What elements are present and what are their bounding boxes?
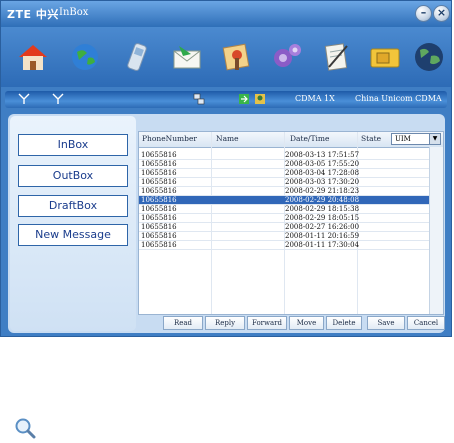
signal-strength-icon — [52, 93, 64, 104]
envelope-icon[interactable] — [169, 40, 205, 74]
phone-number-cell: 10655816 — [141, 160, 177, 168]
close-button[interactable]: × — [433, 5, 450, 22]
date-time-cell: 2008-02-29 18:05:15 — [285, 214, 360, 222]
table-row[interactable]: 10655816 2008-03-13 17:51:57 — [139, 151, 429, 160]
phone-number-cell: 10655816 — [141, 169, 177, 177]
column-name[interactable]: Name — [216, 134, 239, 143]
phone-number-cell: 10655816 — [141, 241, 177, 249]
date-time-cell: 2008-02-29 20:48:08 — [285, 196, 360, 204]
message-table: PhoneNumber Name Date/Time State UIM ▼ 1… — [138, 131, 444, 315]
phone-number-cell: 10655816 — [141, 223, 177, 231]
chevron-down-icon[interactable]: ▼ — [429, 134, 440, 144]
zte-logo: ZTE 中兴 — [7, 8, 59, 21]
storage-select-value: UIM — [395, 135, 411, 143]
date-time-cell: 2008-03-03 17:30:20 — [285, 178, 360, 186]
date-time-cell: 2008-02-27 16:26:00 — [285, 223, 360, 231]
phone-number-cell: 10655816 — [141, 196, 177, 204]
vertical-scrollbar[interactable] — [429, 147, 443, 314]
phone-number-cell: 10655816 — [141, 178, 177, 186]
move-button[interactable]: Move — [289, 316, 324, 330]
table-row[interactable]: 10655816 2008-03-04 17:28:08 — [139, 169, 429, 178]
toolbar — [1, 27, 451, 87]
sidebar: InBox OutBox DraftBox New Message — [10, 116, 136, 331]
phone-number-cell: 10655816 — [141, 214, 177, 222]
table-row[interactable]: 10655816 2008-02-27 16:26:00 — [139, 223, 429, 232]
column-phone-number[interactable]: PhoneNumber — [142, 134, 197, 143]
minimize-button[interactable]: – — [415, 5, 432, 22]
world-icon[interactable] — [411, 40, 447, 74]
save-button[interactable]: Save — [367, 316, 405, 330]
window-title: InBox — [59, 7, 89, 18]
cancel-button[interactable]: Cancel — [407, 316, 445, 330]
phone-number-cell: 10655816 — [141, 151, 177, 159]
sidebar-item-inbox[interactable]: InBox — [18, 134, 128, 156]
storage-select[interactable]: UIM ▼ — [391, 133, 441, 145]
globe-icon[interactable] — [67, 40, 103, 74]
phone-icon[interactable] — [119, 40, 155, 74]
read-button[interactable]: Read — [163, 316, 203, 330]
date-time-cell: 2008-02-29 18:15:38 — [285, 205, 360, 213]
status-bar: CDMA 1X China Unicom CDMA — [5, 91, 447, 108]
user-status-icon — [255, 94, 265, 104]
column-date-time[interactable]: Date/Time — [290, 134, 329, 143]
phone-number-cell: 10655816 — [141, 232, 177, 240]
title-bar[interactable]: ZTE 中兴 InBox – × — [1, 1, 451, 27]
date-time-cell: 2008-01-11 17:30:04 — [285, 241, 360, 249]
delete-button[interactable]: Delete — [326, 316, 362, 330]
signal-antenna-icon — [18, 93, 30, 104]
phone-number-cell: 10655816 — [141, 187, 177, 195]
date-time-cell: 2008-03-04 17:28:08 — [285, 169, 360, 177]
table-row[interactable]: 10655816 2008-03-03 17:30:20 — [139, 178, 429, 187]
table-row[interactable]: 10655816 2008-02-29 21:18:23 — [139, 187, 429, 196]
operator-name: China Unicom CDMA — [355, 94, 442, 103]
table-row[interactable]: 10655816 2008-02-29 18:05:15 — [139, 214, 429, 223]
forward-button[interactable]: Forward — [247, 316, 287, 330]
gears-icon[interactable] — [269, 40, 305, 74]
home-icon[interactable] — [15, 40, 51, 74]
date-time-cell: 2008-03-05 17:55:20 — [285, 160, 360, 168]
connect-arrow-icon — [239, 94, 249, 104]
contacts-icon[interactable] — [219, 40, 255, 74]
table-row[interactable]: 10655816 2008-03-05 17:55:20 — [139, 160, 429, 169]
reply-button[interactable]: Reply — [205, 316, 245, 330]
column-state[interactable]: State — [361, 134, 381, 143]
sim-card-icon[interactable] — [367, 40, 403, 74]
content-panel: InBox OutBox DraftBox New Message PhoneN… — [8, 114, 445, 333]
network-type: CDMA 1X — [295, 94, 335, 103]
app-window: ZTE 中兴 InBox – × CDMA 1X China Unicom CD… — [0, 0, 452, 337]
table-header: PhoneNumber Name Date/Time State UIM ▼ — [139, 132, 443, 148]
table-row[interactable]: 10655816 2008-02-29 20:48:08 — [139, 196, 429, 205]
table-row[interactable]: 10655816 2008-01-11 20:16:59 — [139, 232, 429, 241]
sidebar-item-new-message[interactable]: New Message — [18, 224, 128, 246]
action-bar: Read Reply Forward Move Delete Save Canc… — [163, 316, 445, 330]
sidebar-item-draftbox[interactable]: DraftBox — [18, 195, 128, 217]
table-body: 10655816 2008-03-13 17:51:57 10655816 2008-… — [139, 151, 429, 314]
network-computers-icon — [193, 93, 205, 105]
zoom-icon[interactable] — [14, 417, 36, 439]
sidebar-item-outbox[interactable]: OutBox — [18, 165, 128, 187]
date-time-cell: 2008-02-29 21:18:23 — [285, 187, 360, 195]
phone-number-cell: 10655816 — [141, 205, 177, 213]
date-time-cell: 2008-01-11 20:16:59 — [285, 232, 360, 240]
notepad-icon[interactable] — [319, 40, 355, 74]
date-time-cell: 2008-03-13 17:51:57 — [285, 151, 360, 159]
table-row[interactable]: 10655816 2008-01-11 17:30:04 — [139, 241, 429, 250]
table-row[interactable]: 10655816 2008-02-29 18:15:38 — [139, 205, 429, 214]
